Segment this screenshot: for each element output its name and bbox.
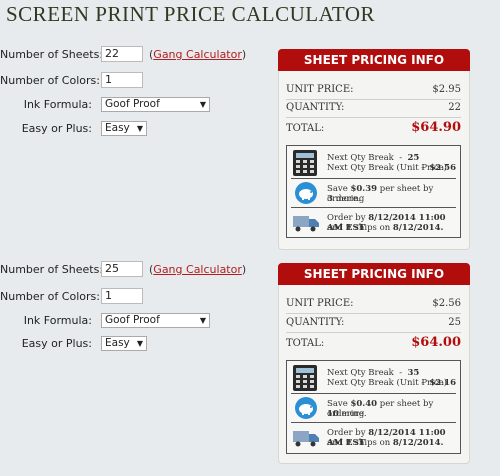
gang-calculator-link[interactable]: Gang Calculator <box>153 48 242 61</box>
colors-input[interactable]: 1 <box>101 72 143 88</box>
divider <box>286 99 461 100</box>
savings-info: Save $0.39 per sheet by ordering 3 more. <box>287 180 460 206</box>
save-more-count: 10 <box>327 409 339 419</box>
easy-label: Easy or Plus: <box>21 337 92 350</box>
divider <box>286 313 461 314</box>
delivery-truck-icon <box>293 214 319 235</box>
shipping-info: Order by 8/12/2014 11:00 AM EST and it s… <box>287 424 460 453</box>
quantity-row: QUANTITY: 25 <box>286 317 461 331</box>
save-more-word: more. <box>341 409 367 419</box>
easy-plus-value: Easy <box>105 122 130 134</box>
gang-calculator-link[interactable]: Gang Calculator <box>153 263 242 276</box>
chevron-down-icon: ▼ <box>136 124 143 133</box>
next-qty-break-value: 35 <box>407 368 420 378</box>
save-amount: $0.39 <box>350 184 378 194</box>
next-qty-break: Next Qty Break - 25 Next Qty Break (Unit… <box>287 148 460 178</box>
unit-price-value: $2.56 <box>432 298 461 309</box>
save-amount: $0.40 <box>350 399 378 409</box>
divider <box>286 332 461 333</box>
info-box: Next Qty Break - 25 Next Qty Break (Unit… <box>286 145 461 238</box>
next-qty-break: Next Qty Break - 35 Next Qty Break (Unit… <box>287 363 460 393</box>
total-label: TOTAL: <box>286 338 325 349</box>
sheets-label: Number of Sheets: <box>0 263 104 276</box>
delivery-truck-icon <box>293 429 319 450</box>
easy-plus-select[interactable]: Easy ▼ <box>101 336 147 351</box>
sheets-label: Number of Sheets: <box>0 48 104 61</box>
easy-plus-value: Easy <box>105 337 130 349</box>
save-more-count: 3 <box>327 194 333 204</box>
ink-formula-select[interactable]: Goof Proof ▼ <box>101 97 210 112</box>
total-label: TOTAL: <box>286 123 325 134</box>
page-title: SCREEN PRINT PRICE CALCULATOR <box>6 2 376 26</box>
chevron-down-icon: ▼ <box>199 316 206 325</box>
calculator-icon <box>293 365 317 394</box>
ink-label: Ink Formula: <box>23 98 92 111</box>
save-pre: Save <box>327 399 348 409</box>
unit-price-label: UNIT PRICE: <box>286 84 354 95</box>
info-box: Next Qty Break - 35 Next Qty Break (Unit… <box>286 360 461 454</box>
next-qty-unit-value: $2.56 <box>429 163 456 173</box>
colors-input[interactable]: 1 <box>101 288 143 304</box>
easy-label: Easy or Plus: <box>21 122 92 135</box>
unit-price-value: $2.95 <box>432 84 461 95</box>
colors-label: Number of Colors: <box>0 290 100 303</box>
savings-info: Save $0.40 per sheet by ordering 10 more… <box>287 395 460 421</box>
next-qty-unit-value: $2.16 <box>429 378 456 388</box>
quantity-row: QUANTITY: 22 <box>286 102 461 116</box>
ships-on: 8/12/2014. <box>392 438 444 448</box>
next-qty-break-label: Next Qty Break <box>327 153 394 163</box>
piggy-bank-icon <box>293 396 319 423</box>
save-more-word: more. <box>335 194 361 204</box>
divider <box>286 117 461 118</box>
divider <box>291 178 456 179</box>
order-pre: Order by <box>327 428 366 438</box>
gang-calculator: (Gang Calculator) <box>149 48 247 61</box>
next-qty-break-label: Next Qty Break <box>327 368 394 378</box>
panel-header: SHEET PRICING INFO <box>278 49 470 71</box>
unit-price-row: UNIT PRICE: $2.95 <box>286 84 461 98</box>
unit-price-row: UNIT PRICE: $2.56 <box>286 298 461 312</box>
ink-label: Ink Formula: <box>23 314 92 327</box>
sheets-input[interactable]: 22 <box>101 46 143 62</box>
sheet-pricing-panel: SHEET PRICING INFO UNIT PRICE: $2.56 QUA… <box>278 263 470 464</box>
divider <box>291 207 456 208</box>
sheets-input[interactable]: 25 <box>101 261 143 277</box>
chevron-down-icon: ▼ <box>199 100 206 109</box>
divider <box>291 422 456 423</box>
total-value: $64.00 <box>411 335 461 350</box>
total-value: $64.90 <box>411 120 461 135</box>
ink-formula-value: Goof Proof <box>105 314 160 326</box>
quantity-value: 25 <box>448 317 461 328</box>
easy-plus-select[interactable]: Easy ▼ <box>101 121 147 136</box>
gang-calculator: (Gang Calculator) <box>149 263 247 276</box>
chevron-down-icon: ▼ <box>136 339 143 348</box>
ships-pre: and it ships on <box>327 223 391 233</box>
piggy-bank-icon <box>293 181 319 208</box>
order-pre: Order by <box>327 213 366 223</box>
total-row: TOTAL: $64.90 <box>286 120 461 137</box>
panel-header: SHEET PRICING INFO <box>278 263 470 285</box>
ink-formula-value: Goof Proof <box>105 98 160 110</box>
quantity-label: QUANTITY: <box>286 317 345 328</box>
sheet-pricing-panel: SHEET PRICING INFO UNIT PRICE: $2.95 QUA… <box>278 49 470 250</box>
ships-on: 8/12/2014. <box>392 223 444 233</box>
quantity-value: 22 <box>448 102 461 113</box>
unit-price-label: UNIT PRICE: <box>286 298 354 309</box>
total-row: TOTAL: $64.00 <box>286 335 461 352</box>
ships-pre: and it ships on <box>327 438 391 448</box>
shipping-info: Order by 8/12/2014 11:00 AM EST and it s… <box>287 209 460 237</box>
calculator-icon <box>293 150 317 179</box>
divider <box>291 393 456 394</box>
save-pre: Save <box>327 184 348 194</box>
colors-label: Number of Colors: <box>0 74 100 87</box>
quantity-label: QUANTITY: <box>286 102 345 113</box>
next-qty-break-value: 25 <box>407 153 420 163</box>
ink-formula-select[interactable]: Goof Proof ▼ <box>101 313 210 328</box>
